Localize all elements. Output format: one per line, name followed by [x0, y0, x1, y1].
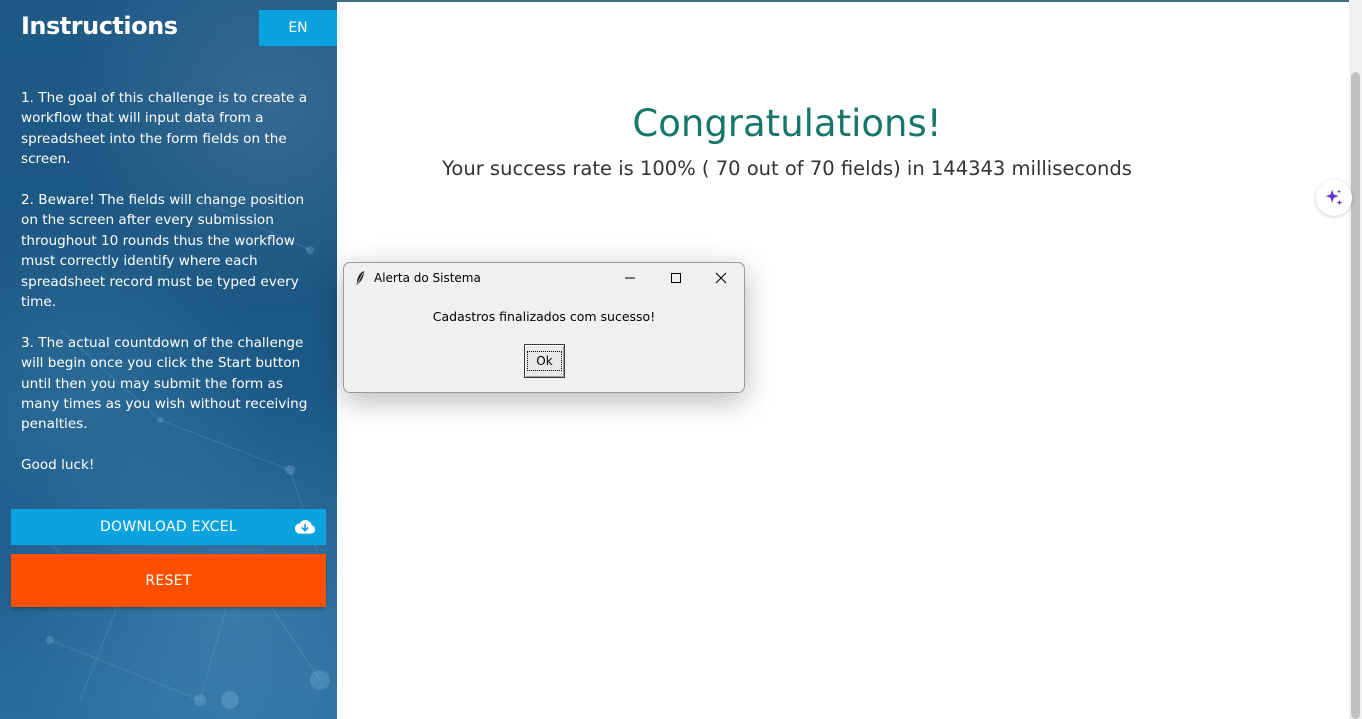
download-excel-label: DOWNLOAD EXCEL — [99, 519, 238, 535]
scrollbar-thumb[interactable] — [1351, 72, 1360, 719]
minimize-icon — [625, 277, 635, 279]
ok-button-label: Ok — [527, 351, 562, 371]
dialog-message: Cadastros finalizados com sucesso! — [432, 309, 656, 324]
dialog-titlebar[interactable]: Alerta do Sistema — [344, 263, 744, 293]
language-button[interactable]: EN — [259, 10, 337, 46]
congratulations-heading: Congratulations! — [632, 102, 942, 145]
cloud-download-icon — [294, 520, 316, 534]
minimize-button[interactable] — [607, 263, 653, 293]
instructions-text: 1. The goal of this challenge is to crea… — [21, 88, 313, 496]
instructions-sidebar: Instructions EN 1. The goal of this chal… — [0, 0, 337, 719]
success-rate-text: Your success rate is 100% ( 70 out of 70… — [442, 157, 1132, 180]
maximize-button[interactable] — [653, 263, 699, 293]
instruction-step-1: 1. The goal of this challenge is to crea… — [21, 90, 308, 168]
instruction-step-3: 3. The actual countdown of the challenge… — [21, 334, 308, 433]
ai-assistant-button[interactable] — [1316, 180, 1352, 216]
sidebar-title: Instructions — [21, 12, 178, 40]
top-border — [337, 0, 1349, 2]
ok-button[interactable]: Ok — [524, 344, 565, 378]
instruction-good-luck: Good luck! — [21, 457, 95, 474]
reset-button[interactable]: RESET — [11, 554, 326, 607]
download-excel-button[interactable]: DOWNLOAD EXCEL — [11, 509, 326, 545]
instruction-step-2: 2. Beware! The fields will change positi… — [21, 192, 305, 311]
sparkle-icon — [1325, 189, 1343, 206]
close-icon — [715, 272, 727, 284]
feather-icon — [356, 271, 364, 285]
dialog-title: Alerta do Sistema — [374, 271, 481, 285]
close-button[interactable] — [698, 263, 744, 293]
system-alert-dialog: Alerta do Sistema Cadastros finalizados … — [343, 262, 745, 393]
maximize-icon — [671, 273, 681, 283]
